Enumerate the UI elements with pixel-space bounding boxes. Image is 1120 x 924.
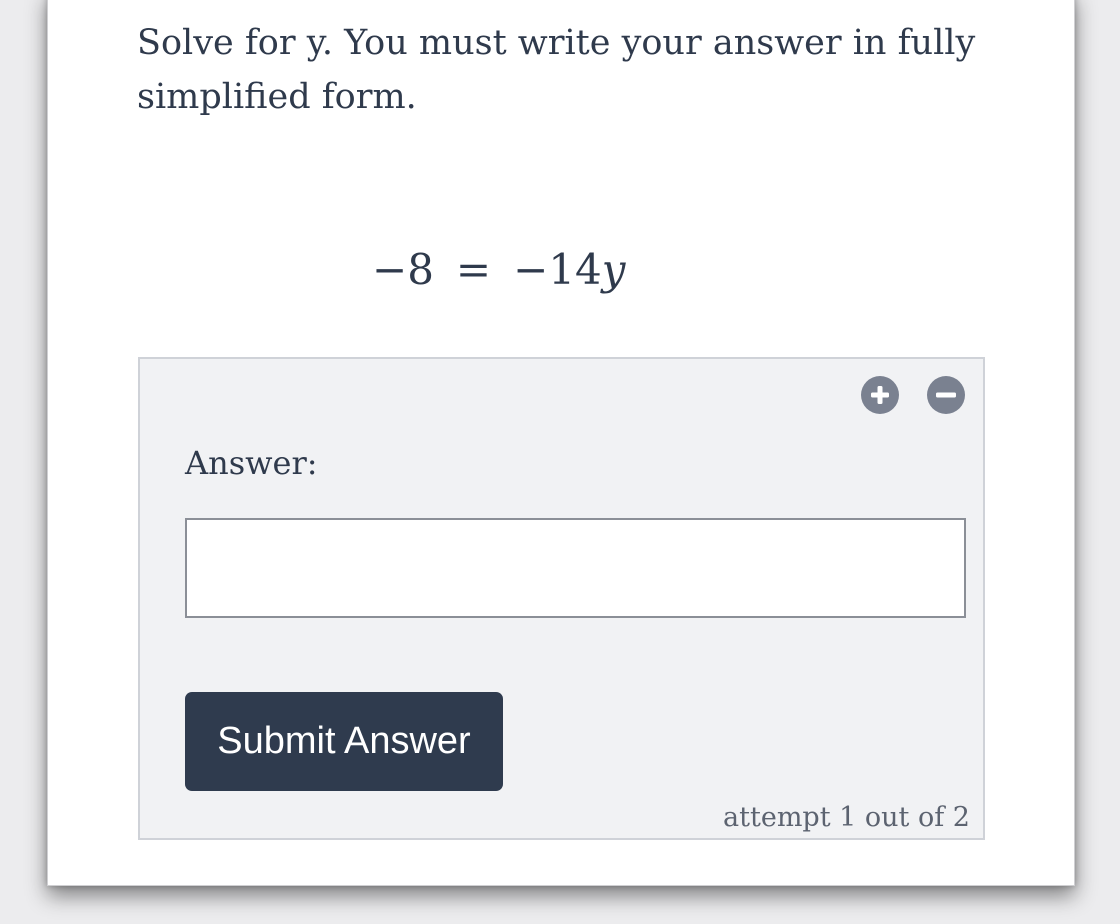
minus-circle-icon[interactable] xyxy=(927,376,965,414)
plus-circle-icon[interactable] xyxy=(861,376,899,414)
submit-answer-button[interactable]: Submit Answer xyxy=(185,692,503,791)
answer-label: Answer: xyxy=(185,444,318,482)
equation-rhs-variable: y xyxy=(601,245,626,294)
equation-equals: = xyxy=(455,245,492,294)
equation: −8 = −14y xyxy=(372,238,626,302)
equation-lhs: −8 xyxy=(372,245,434,294)
minus-glyph xyxy=(936,392,956,398)
plus-glyph xyxy=(871,386,889,404)
question-text: Solve for y. You must write your answer … xyxy=(137,23,976,117)
answer-input[interactable] xyxy=(185,518,966,618)
attempt-counter: attempt 1 out of 2 xyxy=(723,802,970,833)
equation-rhs-coefficient: −14 xyxy=(513,245,602,294)
